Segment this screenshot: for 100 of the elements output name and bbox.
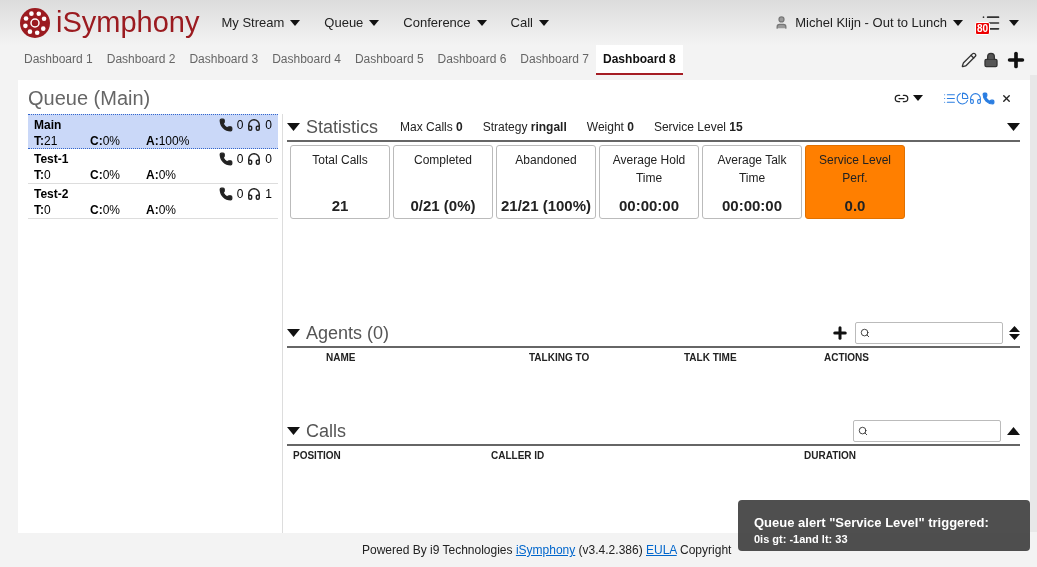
column-header: CALLER ID xyxy=(491,449,546,461)
card-value: 21 xyxy=(331,197,349,215)
plus-icon[interactable] xyxy=(831,324,849,342)
panel-title: Queue (Main) xyxy=(28,86,151,110)
card-value: 00:00:00 xyxy=(618,197,679,215)
statistic-param: Max Calls 0 xyxy=(400,120,463,134)
agent-count: 0 xyxy=(265,118,272,132)
headset-icon xyxy=(247,152,262,166)
card-value: 21/21 (100%) xyxy=(500,197,592,215)
dashboard-tab[interactable]: Dashboard 2 xyxy=(99,45,183,75)
headset-icon xyxy=(247,187,262,201)
expand-icon[interactable] xyxy=(287,123,300,131)
statistic-param: Strategy ringall xyxy=(482,120,567,134)
dashboard-tab[interactable]: Dashboard 3 xyxy=(182,45,266,75)
footer-link[interactable]: iSymphony xyxy=(515,543,576,557)
total-stat: T:0 xyxy=(34,167,52,182)
logo-text: iSymphony xyxy=(56,6,200,39)
call-count: 0 xyxy=(236,152,244,166)
total-stat: T:0 xyxy=(34,202,52,217)
headset-icon xyxy=(247,118,262,132)
caret-icon[interactable] xyxy=(1009,19,1019,26)
caret-icon xyxy=(539,19,549,26)
menu-item[interactable]: Call xyxy=(510,15,549,30)
pencil-icon[interactable] xyxy=(961,52,977,68)
expand-icon[interactable] xyxy=(287,427,300,435)
completed-stat: C:0% xyxy=(90,133,121,148)
caret-icon[interactable] xyxy=(913,95,923,101)
caret-icon xyxy=(953,19,963,26)
column-header: TALKING TO xyxy=(529,351,591,363)
user-menu[interactable]: Michel Klijn - Out to Lunch xyxy=(774,15,963,30)
toast-title: Queue alert "Service Level" triggered: xyxy=(754,515,990,530)
card-label: Completed xyxy=(414,152,472,169)
statistic-param: Service Level 15 xyxy=(653,120,743,134)
search-field[interactable] xyxy=(855,322,1003,344)
phone-icon xyxy=(218,152,233,166)
section-title: Statistics xyxy=(306,116,379,138)
card-value: 0/21 (0%) xyxy=(410,197,476,215)
notification-badge: 80 xyxy=(975,21,991,35)
dashboard-tab[interactable]: Dashboard 5 xyxy=(347,45,431,75)
call-count: 0 xyxy=(236,187,244,201)
headset-icon[interactable] xyxy=(969,91,982,105)
plus-icon[interactable] xyxy=(1005,49,1027,71)
expand-icon[interactable] xyxy=(1007,123,1020,131)
footer-text: Powered By i9 Technologies iSymphony (v3.4.2.386) EULA Copyright xyxy=(362,543,732,557)
queue-name: Test-1 xyxy=(34,152,70,166)
caret-icon xyxy=(476,19,487,26)
collapse-icon[interactable] xyxy=(1007,427,1020,435)
agent-count: 0 xyxy=(265,152,272,166)
close-icon[interactable] xyxy=(1001,92,1012,104)
dashboard-tab[interactable]: Dashboard 6 xyxy=(430,45,514,75)
menu-item[interactable]: Conference xyxy=(403,15,487,30)
abandoned-stat: A:0% xyxy=(146,202,177,217)
agent-count: 1 xyxy=(265,187,272,201)
card-value: 00:00:00 xyxy=(721,197,782,215)
caret-icon xyxy=(369,19,380,26)
footer-link[interactable]: EULA xyxy=(646,543,677,557)
dashboard-tab[interactable]: Dashboard 8 xyxy=(596,45,683,75)
lock-icon[interactable] xyxy=(983,52,999,68)
logo-icon xyxy=(20,7,50,38)
dashboard-tab[interactable]: Dashboard 7 xyxy=(513,45,597,75)
pie-chart-icon[interactable] xyxy=(956,91,969,105)
column-header: DURATION xyxy=(804,449,858,461)
card-label: Service Level Perf. xyxy=(817,152,892,187)
column-header: NAME xyxy=(326,351,357,363)
call-count: 0 xyxy=(236,118,244,132)
card-label: Average Talk Time xyxy=(716,152,788,187)
section-title: Calls xyxy=(306,420,346,442)
search-icon xyxy=(858,426,868,436)
phone-icon[interactable] xyxy=(982,91,995,105)
column-header: POSITION xyxy=(293,449,342,461)
menu-item[interactable]: Queue xyxy=(324,15,380,30)
phone-icon xyxy=(218,187,233,201)
list-item[interactable]: Test-1 0 0 T:0 C:0% A:0% xyxy=(28,149,278,184)
total-stat: T:21 xyxy=(34,133,59,148)
phone-icon xyxy=(218,118,233,132)
card-value: 0.0 xyxy=(844,197,866,215)
sort-icon[interactable] xyxy=(1009,326,1020,340)
card-label: Abandoned xyxy=(515,152,577,169)
column-header: ACTIONS xyxy=(824,351,870,363)
completed-stat: C:0% xyxy=(90,167,121,182)
expand-icon[interactable] xyxy=(287,329,300,337)
statistic-param: Weight 0 xyxy=(586,120,634,134)
dashboard-tab[interactable]: Dashboard 1 xyxy=(17,45,100,75)
toast-message: 0is gt: -1and lt: 33 xyxy=(754,533,849,545)
caret-icon xyxy=(290,19,301,26)
column-header: TALK TIME xyxy=(684,351,738,363)
menu-item[interactable]: My Stream xyxy=(221,15,301,30)
list-item[interactable]: Test-2 0 1 T:0 C:0% A:0% xyxy=(28,184,278,219)
section-title: Agents (0) xyxy=(306,322,390,344)
abandoned-stat: A:0% xyxy=(146,167,177,182)
abandoned-stat: A:100% xyxy=(146,133,191,148)
user-icon xyxy=(774,15,790,30)
search-icon xyxy=(860,328,870,338)
search-field[interactable] xyxy=(853,420,1001,442)
queue-name: Main xyxy=(34,118,63,132)
card-label: Total Calls xyxy=(312,152,368,169)
queue-name: Test-2 xyxy=(34,187,70,201)
dashboard-tab[interactable]: Dashboard 4 xyxy=(265,45,348,75)
card-label: Average Hold Time xyxy=(611,152,687,187)
list-item[interactable]: Main 0 0 T:21 C:0% A:100% xyxy=(28,114,278,149)
